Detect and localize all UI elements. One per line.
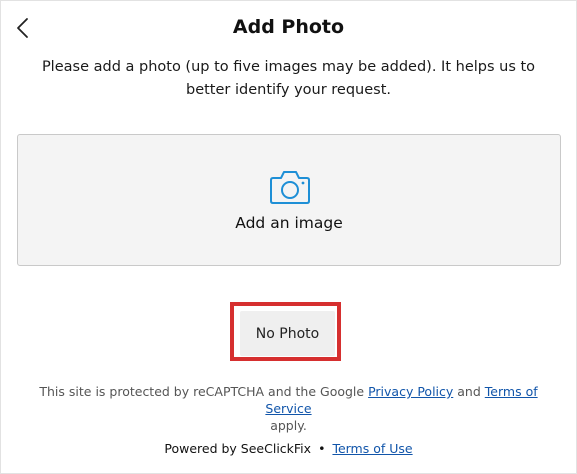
powered-by-text: Powered by SeeClickFix [164,441,312,456]
add-image-dropzone[interactable]: Add an image [17,134,561,266]
recaptcha-notice: This site is protected by reCAPTCHA and … [20,383,557,434]
intro-text: Please add a photo (up to five images ma… [41,59,536,98]
privacy-policy-link[interactable]: Privacy Policy [368,384,453,399]
recaptcha-suffix: apply. [270,418,307,433]
terms-of-use-link[interactable]: Terms of Use [332,441,412,456]
page-title: Add Photo [232,16,345,38]
recaptcha-and: and [457,384,481,399]
footer: Powered by SeeClickFix • Terms of Use [0,441,577,456]
recaptcha-prefix: This site is protected by reCAPTCHA and … [39,384,365,399]
camera-icon [270,171,310,204]
add-image-label: Add an image [235,214,343,232]
footer-separator: • [318,441,326,456]
no-photo-button[interactable]: No Photo [240,311,335,356]
